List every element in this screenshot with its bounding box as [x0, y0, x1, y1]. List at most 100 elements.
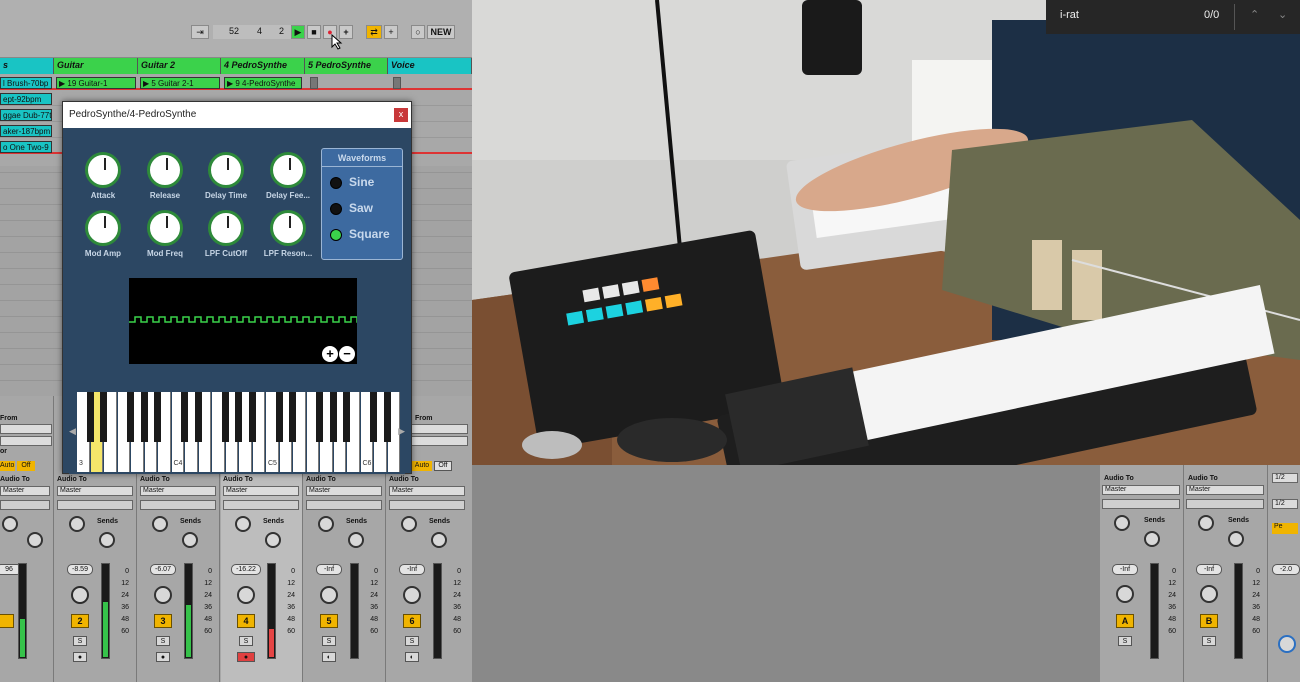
black-key[interactable] — [383, 392, 391, 442]
track-header[interactable]: 4 PedroSynthe — [221, 58, 305, 74]
clip-slot[interactable]: l Brush-70bp — [0, 77, 52, 89]
send-b-knob[interactable] — [99, 532, 115, 548]
track-activator[interactable]: 6 — [403, 614, 421, 628]
black-key[interactable] — [248, 392, 256, 442]
black-key[interactable] — [100, 392, 107, 442]
pan-knob[interactable] — [1200, 585, 1218, 603]
track-activator[interactable]: 5 — [320, 614, 338, 628]
black-key[interactable] — [316, 392, 323, 442]
audio-to-channel[interactable] — [306, 500, 382, 510]
pan-knob[interactable] — [237, 586, 255, 604]
metronome-button[interactable]: ○ — [411, 25, 425, 39]
clip-slot[interactable]: ▶ 9 4-PedroSynthe — [224, 77, 302, 89]
volume-field[interactable]: -Inf — [1196, 564, 1222, 575]
solo-button[interactable]: S — [405, 636, 419, 646]
arm-button[interactable]: ● — [156, 652, 170, 662]
audio-to-channel[interactable] — [1102, 499, 1180, 509]
return-activator-b[interactable]: B — [1200, 614, 1218, 628]
black-key[interactable] — [194, 392, 202, 442]
track-activator[interactable]: 3 — [154, 614, 172, 628]
pan-knob[interactable] — [1116, 585, 1134, 603]
volume-field[interactable]: -Inf — [1112, 564, 1138, 575]
audio-to-select[interactable]: Master — [0, 486, 50, 496]
audio-to-channel[interactable] — [140, 500, 216, 510]
audio-to-channel[interactable] — [1186, 499, 1264, 509]
square-radio[interactable] — [330, 229, 342, 241]
send-b-knob[interactable] — [265, 532, 281, 548]
arm-button[interactable]: ◐ — [405, 652, 419, 662]
audio-to-select[interactable]: Master — [140, 486, 216, 496]
scroll-right-icon[interactable]: ▶ — [398, 426, 405, 437]
lpf-cutoff-knob[interactable] — [208, 210, 244, 246]
black-key[interactable] — [275, 392, 283, 442]
follow-button[interactable]: ⇥ — [191, 25, 209, 39]
arm-button[interactable]: ◐ — [322, 652, 336, 662]
volume-field[interactable]: -Inf — [399, 564, 425, 575]
solo-button[interactable]: S — [1118, 636, 1132, 646]
clip-slot[interactable]: ▶ 5 Guitar 2-1 — [140, 77, 220, 89]
delay-time-knob[interactable] — [208, 152, 244, 188]
track-header[interactable]: s — [0, 58, 54, 74]
audio-to-channel[interactable] — [223, 500, 299, 510]
send-b-knob[interactable] — [1144, 531, 1160, 547]
plugin-title-bar[interactable]: PedroSynthe/4-PedroSynthe x — [63, 102, 411, 128]
empty-clip-stop[interactable] — [310, 77, 318, 89]
clip-slot[interactable]: ▶ 19 Guitar-1 — [56, 77, 136, 89]
send-a-knob[interactable] — [318, 516, 334, 532]
send-b-knob[interactable] — [27, 532, 43, 548]
track-activator[interactable]: 4 — [237, 614, 255, 628]
black-key[interactable] — [370, 392, 377, 442]
position-display[interactable]: 52 4 2 — [213, 25, 293, 39]
pan-knob[interactable] — [71, 586, 89, 604]
saw-radio[interactable] — [330, 203, 342, 215]
zoom-in-button[interactable]: + — [322, 346, 338, 362]
clip-slot[interactable]: ept-92bpm — [0, 93, 52, 105]
send-a-knob[interactable] — [235, 516, 251, 532]
black-key[interactable] — [289, 392, 296, 442]
return-activator-a[interactable]: A — [1116, 614, 1134, 628]
solo-button[interactable]: S — [156, 636, 170, 646]
solo-button[interactable]: S — [239, 636, 253, 646]
send-b-knob[interactable] — [1228, 531, 1244, 547]
find-query-input[interactable]: i-rat — [1060, 9, 1079, 21]
audio-to-select[interactable]: Master — [57, 486, 133, 496]
audio-to-select[interactable]: Master — [389, 486, 465, 496]
previous-match-icon[interactable]: ⌃ — [1250, 8, 1259, 21]
zoom-out-button[interactable]: − — [339, 346, 355, 362]
black-key[interactable] — [343, 392, 350, 442]
black-key[interactable] — [86, 392, 94, 442]
black-key[interactable] — [140, 392, 148, 442]
black-key[interactable] — [127, 392, 134, 442]
pan-knob[interactable] — [154, 586, 172, 604]
cue-volume-knob[interactable] — [1278, 635, 1296, 653]
cue-out-select[interactable]: 1/2 — [1272, 473, 1298, 483]
solo-button[interactable]: S — [1202, 636, 1216, 646]
volume-field[interactable]: -6.07 — [150, 564, 176, 575]
delay-feedback-knob[interactable] — [270, 152, 306, 188]
black-key[interactable] — [329, 392, 337, 442]
send-a-knob[interactable] — [1198, 515, 1214, 531]
play-button[interactable]: ▶ — [291, 25, 305, 39]
track-header[interactable]: Guitar — [54, 58, 138, 74]
master-volume[interactable]: -2.0 — [1272, 564, 1300, 575]
audio-to-select[interactable]: Master — [1102, 485, 1180, 495]
track-activator[interactable]: 2 — [71, 614, 89, 628]
mod-freq-knob[interactable] — [147, 210, 183, 246]
audio-to-channel[interactable] — [389, 500, 465, 510]
send-a-knob[interactable] — [401, 516, 417, 532]
new-button[interactable]: NEW — [427, 25, 455, 39]
empty-clip-stop[interactable] — [393, 77, 401, 89]
next-match-icon[interactable]: ⌄ — [1278, 8, 1287, 21]
close-button[interactable]: x — [394, 108, 408, 122]
attack-knob[interactable] — [85, 152, 121, 188]
pan-knob[interactable] — [403, 586, 421, 604]
scroll-left-icon[interactable]: ◀ — [69, 426, 76, 437]
send-b-knob[interactable] — [182, 532, 198, 548]
add-button[interactable]: + — [384, 25, 398, 39]
solo-button[interactable]: S — [73, 636, 87, 646]
audio-to-select[interactable]: Master — [1186, 485, 1264, 495]
solo-button[interactable]: S — [322, 636, 336, 646]
volume-field[interactable]: -8.59 — [67, 564, 93, 575]
audio-to-channel[interactable] — [57, 500, 133, 510]
black-key[interactable] — [181, 392, 188, 442]
